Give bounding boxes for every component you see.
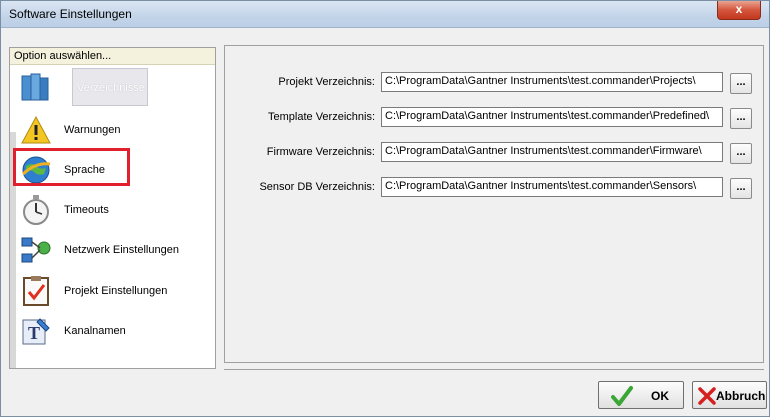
sensor-db-dir-input[interactable]: C:\ProgramData\Gantner Instruments\test.…: [381, 177, 723, 197]
option-warnungen[interactable]: Warnungen: [20, 114, 210, 148]
window-title: Software Einstellungen: [9, 7, 132, 21]
footer-divider: [224, 369, 764, 370]
x-icon: [698, 387, 716, 405]
template-dir-input[interactable]: C:\ProgramData\Gantner Instruments\test.…: [381, 107, 723, 127]
svg-text:T: T: [28, 323, 40, 343]
cancel-button[interactable]: Abbruch: [692, 381, 767, 409]
text-document-icon: T: [22, 318, 50, 345]
clipboard-check-icon: [23, 276, 49, 306]
settings-dialog: Software Einstellungen x Option auswähle…: [0, 0, 770, 417]
books-icon: [21, 73, 49, 101]
option-netzwerk[interactable]: Netzwerk Einstellungen: [20, 234, 210, 268]
sprache-highlight-frame: [13, 148, 130, 186]
dir-label: Firmware Verzeichnis:: [266, 146, 375, 158]
ok-button[interactable]: OK: [598, 381, 684, 409]
option-selected-highlight: Verzeichnisse: [72, 68, 148, 106]
dir-row-firmware: Firmware Verzeichnis: C:\ProgramData\Gan…: [225, 142, 765, 164]
ok-label: OK: [651, 389, 669, 403]
option-label: Verzeichnisse: [77, 82, 145, 94]
dir-label: Sensor DB Verzeichnis:: [259, 181, 375, 193]
option-timeouts[interactable]: Timeouts: [20, 194, 210, 228]
options-list: Option auswählen... Verzeichnisse Warnun…: [9, 47, 216, 369]
dir-label: Projekt Verzeichnis:: [278, 76, 375, 88]
projekt-dir-input[interactable]: C:\ProgramData\Gantner Instruments\test.…: [381, 72, 723, 92]
stopwatch-icon: [23, 195, 49, 225]
warning-icon: [21, 115, 51, 144]
option-kanalnamen[interactable]: T Kanalnamen: [20, 315, 210, 349]
option-projekt[interactable]: Projekt Einstellungen: [20, 275, 210, 309]
firmware-browse-button[interactable]: ...: [730, 143, 752, 164]
option-label: Warnungen: [64, 124, 121, 136]
dir-row-projekt: Projekt Verzeichnis: C:\ProgramData\Gant…: [225, 72, 765, 94]
sensor-db-browse-button[interactable]: ...: [730, 178, 752, 199]
directory-settings-panel: Projekt Verzeichnis: C:\ProgramData\Gant…: [224, 45, 764, 363]
option-label: Netzwerk Einstellungen: [64, 244, 179, 256]
firmware-dir-input[interactable]: C:\ProgramData\Gantner Instruments\test.…: [381, 142, 723, 162]
close-button[interactable]: x: [717, 1, 761, 20]
template-browse-button[interactable]: ...: [730, 108, 752, 129]
projekt-browse-button[interactable]: ...: [730, 73, 752, 94]
option-label: Projekt Einstellungen: [64, 285, 168, 297]
network-icon: [21, 237, 51, 263]
option-label: Kanalnamen: [64, 325, 126, 337]
option-verzeichnisse[interactable]: Verzeichnisse: [20, 68, 210, 106]
cancel-label: Abbruch: [716, 389, 766, 403]
options-header: Option auswählen...: [10, 48, 215, 65]
option-label: Timeouts: [64, 204, 109, 216]
dir-label: Template Verzeichnis:: [268, 111, 375, 123]
dir-row-template: Template Verzeichnis: C:\ProgramData\Gan…: [225, 107, 765, 129]
title-bar: Software Einstellungen x: [1, 1, 769, 28]
dir-row-sensor-db: Sensor DB Verzeichnis: C:\ProgramData\Ga…: [225, 177, 765, 199]
checkmark-icon: [611, 386, 633, 406]
